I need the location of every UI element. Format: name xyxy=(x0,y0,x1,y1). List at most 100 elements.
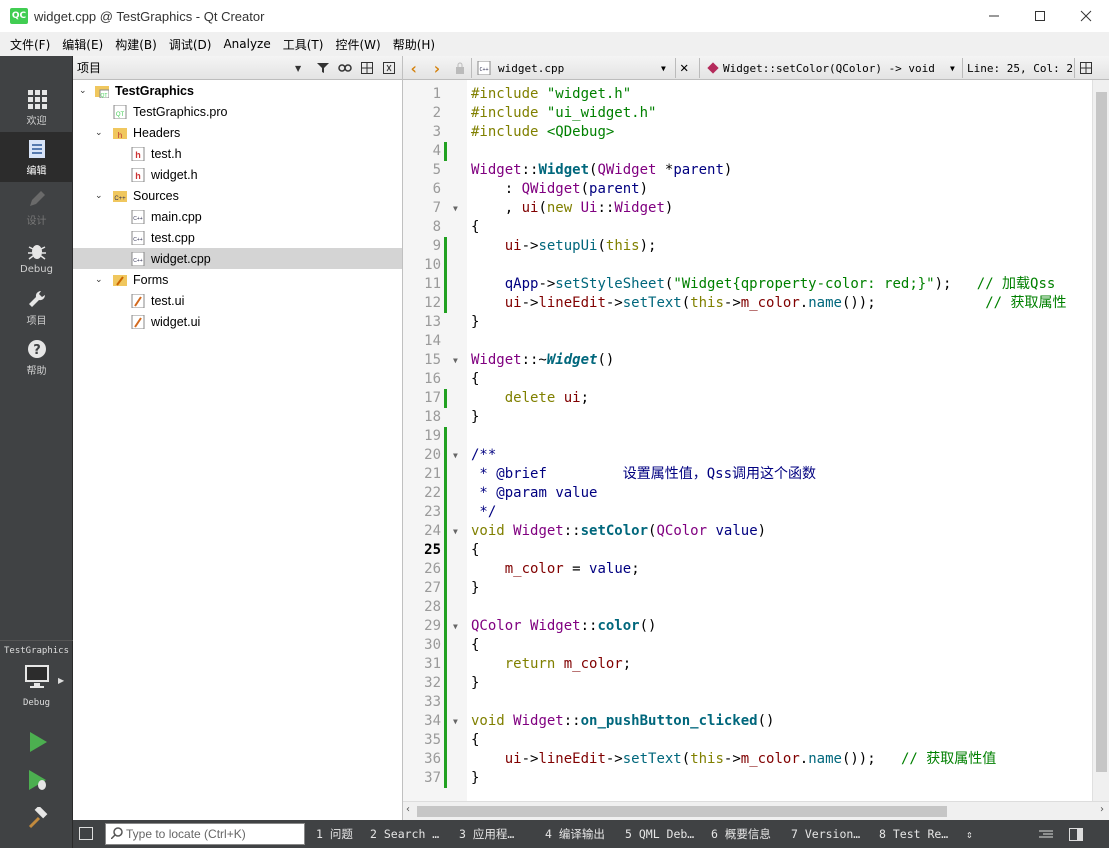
code-line[interactable]: 22 * @param value xyxy=(403,484,1109,503)
build-button[interactable] xyxy=(26,806,50,830)
monitor-icon[interactable] xyxy=(24,664,50,692)
close-button[interactable] xyxy=(1063,0,1109,32)
link-icon[interactable] xyxy=(336,59,354,77)
split-icon[interactable] xyxy=(358,59,376,77)
chevron-down-icon[interactable]: ▼ xyxy=(950,56,955,80)
code-line[interactable]: 10 xyxy=(403,256,1109,275)
menu-analyze[interactable]: Analyze xyxy=(217,37,276,51)
mode-help[interactable]: ? 帮助 xyxy=(0,332,73,382)
horizontal-scrollbar-thumb[interactable] xyxy=(417,806,947,817)
code-line[interactable]: 11 qApp->setStyleSheet("Widget{qproperty… xyxy=(403,275,1109,294)
fold-marker-icon[interactable]: ▼ xyxy=(453,712,458,731)
menu-build[interactable]: 构建(B) xyxy=(109,36,163,53)
menu-edit[interactable]: 编辑(E) xyxy=(56,36,109,53)
vertical-scrollbar[interactable] xyxy=(1092,80,1109,801)
tree-item-pro-file[interactable]: QT TestGraphics.pro xyxy=(73,101,402,122)
tab-compile-output[interactable]: 4 编译输出 xyxy=(545,820,605,848)
scroll-left-icon[interactable]: ‹ xyxy=(406,804,410,815)
code-line[interactable]: 24 ▼ void Widget::setColor(QColor value) xyxy=(403,522,1109,541)
code-line[interactable]: 32} xyxy=(403,674,1109,693)
code-line[interactable]: 7 ▼ , ui(new Ui::Widget) xyxy=(403,199,1109,218)
code-line[interactable]: 20 ▼ /** xyxy=(403,446,1109,465)
code-line[interactable]: 33 xyxy=(403,693,1109,712)
tree-item-file[interactable]: C++ test.cpp xyxy=(73,227,402,248)
open-file-selector[interactable]: widget.cpp xyxy=(498,56,564,80)
code-line[interactable]: 17 delete ui; xyxy=(403,389,1109,408)
tab-application-output[interactable]: 3 应用程… xyxy=(459,820,514,848)
code-line[interactable]: 25 { xyxy=(403,541,1109,560)
fold-marker-icon[interactable]: ▼ xyxy=(453,351,458,370)
mode-design[interactable]: 设计 xyxy=(0,182,73,232)
tab-general-messages[interactable]: 6 概要信息 xyxy=(711,820,771,848)
minimize-button[interactable] xyxy=(971,0,1017,32)
tree-item-file[interactable]: test.ui xyxy=(73,290,402,311)
code-line[interactable]: 4 xyxy=(403,142,1109,161)
code-line[interactable]: 35 { xyxy=(403,731,1109,750)
code-line[interactable]: 26 m_color = value; xyxy=(403,560,1109,579)
mode-edit[interactable]: 编辑 xyxy=(0,132,73,182)
code-line[interactable]: 23 */ xyxy=(403,503,1109,522)
code-line[interactable]: 13} xyxy=(403,313,1109,332)
tab-issues[interactable]: 1 问题 xyxy=(316,820,353,848)
symbol-selector[interactable]: Widget::setColor(QColor) -> void xyxy=(723,56,935,80)
tree-item-headers[interactable]: ⌄ h Headers xyxy=(73,122,402,143)
fold-marker-icon[interactable]: ▼ xyxy=(453,446,458,465)
toggle-sidebar-icon[interactable] xyxy=(79,827,93,840)
back-arrow-icon[interactable]: ‹ xyxy=(409,56,419,80)
menu-help[interactable]: 帮助(H) xyxy=(387,36,441,53)
debug-run-button[interactable] xyxy=(26,768,50,792)
mode-projects[interactable]: 项目 xyxy=(0,282,73,332)
code-line[interactable]: 19 xyxy=(403,427,1109,446)
tree-item-forms[interactable]: ⌄ Forms xyxy=(73,269,402,290)
code-line[interactable]: 6 : QWidget(parent) xyxy=(403,180,1109,199)
code-line[interactable]: 28 xyxy=(403,598,1109,617)
code-line[interactable]: 2 #include "ui_widget.h" xyxy=(403,104,1109,123)
code-line[interactable]: 9 ui->setupUi(this); xyxy=(403,237,1109,256)
chevron-down-icon[interactable]: ⌄ xyxy=(95,274,103,285)
vertical-scrollbar-thumb[interactable] xyxy=(1096,92,1107,772)
split-editor-icon[interactable] xyxy=(1080,56,1092,80)
fold-marker-icon[interactable]: ▼ xyxy=(453,617,458,636)
tree-item-file[interactable]: C++ main.cpp xyxy=(73,206,402,227)
tree-item-file[interactable]: h test.h xyxy=(73,143,402,164)
fold-marker-icon[interactable]: ▼ xyxy=(453,199,458,218)
tab-qml-debugger[interactable]: 5 QML Deb… xyxy=(625,820,694,848)
menu-tools[interactable]: 工具(T) xyxy=(277,36,330,53)
tree-item-file[interactable]: h widget.h xyxy=(73,164,402,185)
horizontal-scrollbar[interactable]: ‹ › xyxy=(403,801,1109,820)
code-line[interactable]: 29 ▼ QColor Widget::color() xyxy=(403,617,1109,636)
more-tabs-icon[interactable]: ⇕ xyxy=(966,820,973,848)
code-line[interactable]: 18} xyxy=(403,408,1109,427)
chevron-down-icon[interactable]: ⌄ xyxy=(79,85,87,96)
code-line[interactable]: 5 Widget::Widget(QWidget *parent) xyxy=(403,161,1109,180)
tree-item-file-selected[interactable]: C++ widget.cpp xyxy=(73,248,402,269)
locator-input[interactable]: Type to locate (Ctrl+K) xyxy=(105,823,305,845)
scroll-right-icon[interactable]: › xyxy=(1100,804,1104,815)
code-line[interactable]: 14 xyxy=(403,332,1109,351)
code-line[interactable]: 37} xyxy=(403,769,1109,788)
tab-search-results[interactable]: 2 Search … xyxy=(370,820,439,848)
chevron-down-icon[interactable]: ▼ xyxy=(661,56,666,80)
maximize-button[interactable] xyxy=(1017,0,1063,32)
code-line[interactable]: 36 ui->lineEdit->setText(this->m_color.n… xyxy=(403,750,1109,769)
cursor-position[interactable]: Line: 25, Col: 2 xyxy=(967,56,1073,80)
kit-selector-arrow-icon[interactable]: ▶ xyxy=(58,676,64,685)
menu-file[interactable]: 文件(F) xyxy=(4,36,56,53)
code-line[interactable]: 12 ui->lineEdit->setText(this->m_color.n… xyxy=(403,294,1109,313)
code-line[interactable]: 8{ xyxy=(403,218,1109,237)
run-button[interactable] xyxy=(26,730,50,754)
code-line[interactable]: 34 ▼ void Widget::on_pushButton_clicked() xyxy=(403,712,1109,731)
code-line[interactable]: 16 { xyxy=(403,370,1109,389)
code-line[interactable]: 31 return m_color; xyxy=(403,655,1109,674)
code-editor[interactable]: 1 #include "widget.h" 2 #include "ui_widget… xyxy=(403,80,1109,801)
filter-icon[interactable] xyxy=(314,59,332,77)
tab-version-control[interactable]: 7 Version… xyxy=(791,820,860,848)
code-line[interactable]: 1 #include "widget.h" xyxy=(403,85,1109,104)
toggle-right-sidebar-icon[interactable] xyxy=(1069,820,1083,848)
tree-item-sources[interactable]: ⌄ C++ Sources xyxy=(73,185,402,206)
menu-controls[interactable]: 控件(W) xyxy=(329,36,386,53)
chevron-down-icon[interactable]: ⌄ xyxy=(95,190,103,201)
tab-test-results[interactable]: 8 Test Re… xyxy=(879,820,948,848)
close-document-icon[interactable]: ✕ xyxy=(680,56,688,80)
menu-debug[interactable]: 调试(D) xyxy=(163,36,218,53)
